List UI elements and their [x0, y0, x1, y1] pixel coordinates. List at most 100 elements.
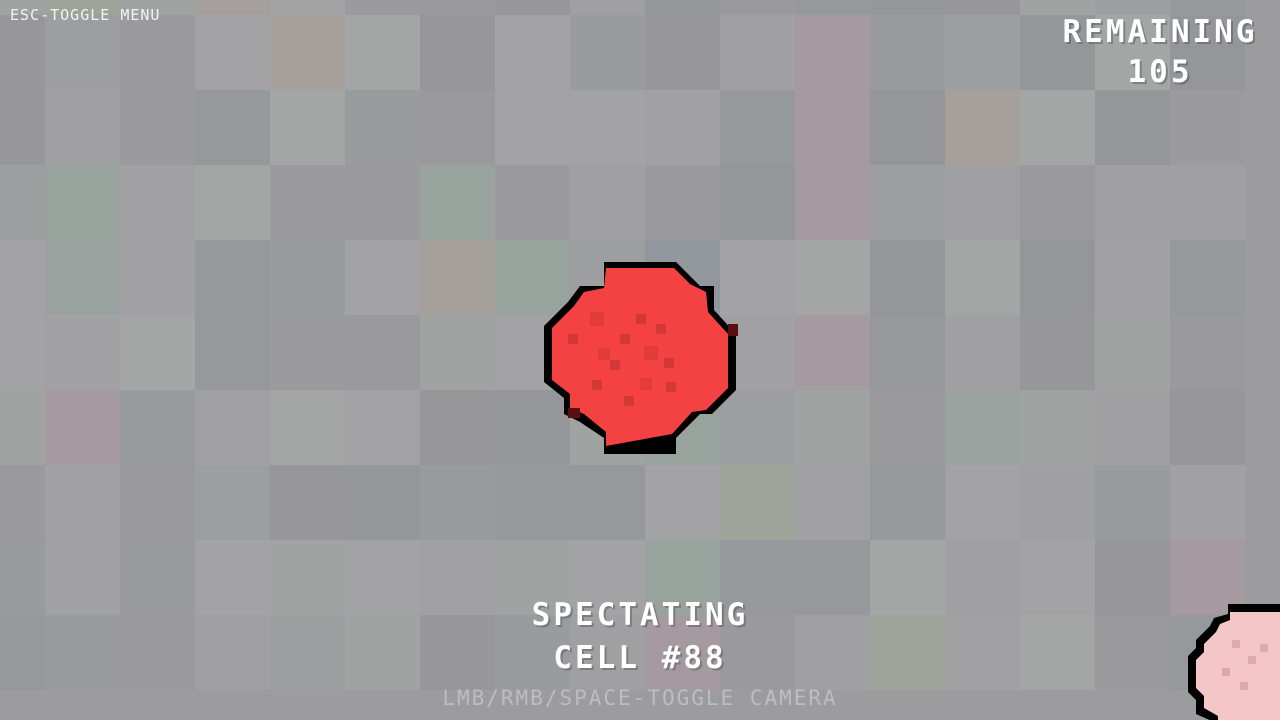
background-tile: [345, 165, 420, 240]
background-tile: [570, 165, 645, 240]
background-tile: [1095, 165, 1170, 240]
background-tile: [45, 90, 120, 165]
background-tile: [795, 390, 870, 465]
background-tile: [195, 165, 270, 240]
background-tile: [795, 465, 870, 540]
remaining-count: 105: [1127, 54, 1193, 90]
spectating-banner: SPECTATING CELL #88: [0, 594, 1280, 680]
background-tile: [870, 240, 945, 315]
background-tile: [495, 15, 570, 90]
background-tile: [945, 240, 1020, 315]
background-tile: [120, 90, 195, 165]
background-tile: [420, 465, 495, 540]
background-tile: [1170, 465, 1245, 540]
background-tile: [795, 315, 870, 390]
background-tile: [1170, 390, 1245, 465]
background-tile: [795, 240, 870, 315]
menu-toggle-hint: ESC-TOGGLE MENU: [10, 6, 161, 24]
background-tile: [120, 465, 195, 540]
background-tile: [195, 0, 270, 15]
background-tile: [0, 90, 45, 165]
background-tile: [1095, 240, 1170, 315]
background-tile: [120, 15, 195, 90]
background-tile: [645, 0, 720, 15]
background-tile: [45, 15, 120, 90]
background-tile: [1095, 90, 1170, 165]
background-tile: [345, 15, 420, 90]
background-tile: [195, 315, 270, 390]
background-tile: [45, 315, 120, 390]
background-tile: [0, 390, 45, 465]
background-tile: [195, 465, 270, 540]
background-tile: [270, 240, 345, 315]
spectating-label: SPECTATING: [531, 597, 749, 633]
background-tile: [570, 465, 645, 540]
background-tile: [345, 315, 420, 390]
background-tile: [795, 90, 870, 165]
background-tile: [345, 240, 420, 315]
background-tile: [1170, 315, 1245, 390]
background-tile: [1020, 90, 1095, 165]
spectating-cell-id: CELL #88: [553, 640, 727, 676]
background-tile: [720, 15, 795, 90]
background-tile: [1095, 390, 1170, 465]
background-tile: [495, 165, 570, 240]
game-viewport[interactable]: ESC-TOGGLE MENU REMAINING 105 SPECTATING…: [0, 0, 1280, 720]
background-tile: [45, 240, 120, 315]
background-tile: [645, 90, 720, 165]
background-tile: [0, 165, 45, 240]
background-tile: [645, 15, 720, 90]
background-tile: [1020, 390, 1095, 465]
background-tile: [720, 90, 795, 165]
background-tile: [195, 390, 270, 465]
background-tile: [870, 90, 945, 165]
background-tile: [420, 390, 495, 465]
background-tile: [1020, 315, 1095, 390]
background-tile: [45, 390, 120, 465]
background-tile: [420, 240, 495, 315]
background-tile: [495, 90, 570, 165]
background-tile: [1095, 465, 1170, 540]
background-tile: [420, 165, 495, 240]
background-tile: [120, 165, 195, 240]
background-tile: [270, 390, 345, 465]
background-tile: [1095, 315, 1170, 390]
background-tile: [270, 315, 345, 390]
background-tile: [270, 90, 345, 165]
background-tile: [645, 165, 720, 240]
background-tile: [945, 0, 1020, 15]
background-tile: [570, 15, 645, 90]
background-tile: [420, 315, 495, 390]
background-tile: [270, 165, 345, 240]
background-tile: [420, 90, 495, 165]
background-tile: [1020, 165, 1095, 240]
background-tile: [495, 0, 570, 15]
background-tile: [120, 315, 195, 390]
background-tile: [45, 465, 120, 540]
background-tile: [195, 15, 270, 90]
background-tile: [870, 315, 945, 390]
background-tile: [0, 465, 45, 540]
background-tile: [345, 465, 420, 540]
remaining-counter: REMAINING 105: [1050, 12, 1270, 92]
background-tile: [195, 240, 270, 315]
background-tile: [645, 465, 720, 540]
background-tile: [1170, 90, 1245, 165]
background-tile: [870, 390, 945, 465]
background-tile: [345, 90, 420, 165]
background-tile: [1170, 240, 1245, 315]
spectated-cell-red: [544, 262, 738, 454]
background-tile: [795, 165, 870, 240]
remaining-label: REMAINING: [1062, 14, 1258, 50]
background-tile: [345, 0, 420, 15]
background-tile: [945, 90, 1020, 165]
background-tile: [870, 0, 945, 15]
camera-toggle-hint: LMB/RMB/SPACE-TOGGLE CAMERA: [442, 686, 838, 710]
background-tile: [1020, 240, 1095, 315]
background-tile: [270, 15, 345, 90]
background-tile: [120, 240, 195, 315]
background-tile: [945, 465, 1020, 540]
background-tile: [795, 15, 870, 90]
background-tile: [720, 165, 795, 240]
background-tile: [345, 390, 420, 465]
